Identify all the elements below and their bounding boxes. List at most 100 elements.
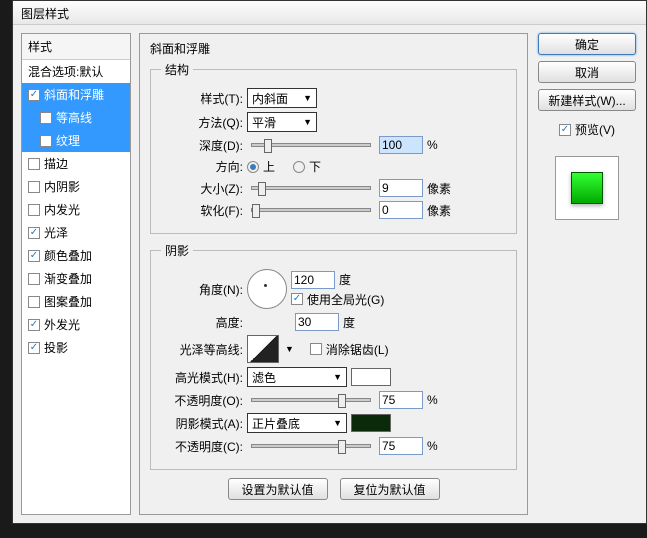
style-checkbox[interactable] xyxy=(28,204,40,216)
angle-dial[interactable] xyxy=(247,269,287,309)
style-label: 样式(T): xyxy=(161,90,243,107)
style-checkbox[interactable] xyxy=(28,319,40,331)
shading-legend: 阴影 xyxy=(161,242,193,259)
slider-thumb[interactable] xyxy=(338,440,346,454)
dialog-title: 图层样式 xyxy=(21,7,69,21)
gloss-contour-picker[interactable] xyxy=(247,335,279,363)
style-item-label: 斜面和浮雕 xyxy=(44,86,104,103)
soften-input[interactable] xyxy=(379,201,423,219)
style-item-9[interactable]: 图案叠加 xyxy=(22,290,130,313)
slider-thumb[interactable] xyxy=(252,204,260,218)
angle-input[interactable] xyxy=(291,271,335,289)
style-item-7[interactable]: 颜色叠加 xyxy=(22,244,130,267)
chevron-down-icon: ▼ xyxy=(333,418,342,428)
style-checkbox[interactable] xyxy=(28,181,40,193)
size-label: 大小(Z): xyxy=(161,180,243,197)
percent-label: % xyxy=(427,138,438,152)
global-light-label: 使用全局光(G) xyxy=(307,291,384,308)
reset-default-button[interactable]: 复位为默认值 xyxy=(340,478,440,500)
chevron-down-icon[interactable]: ▼ xyxy=(285,344,294,354)
options-panel: 斜面和浮雕 结构 样式(T): 内斜面▼ 方法(Q): 平滑▼ 深度(D): % xyxy=(139,33,528,515)
blend-options-label: 混合选项:默认 xyxy=(28,63,103,80)
soften-slider[interactable] xyxy=(251,208,371,212)
style-item-label: 颜色叠加 xyxy=(44,247,92,264)
style-dropdown[interactable]: 内斜面 ▼ xyxy=(247,88,317,108)
style-item-10[interactable]: 外发光 xyxy=(22,313,130,336)
highlight-opacity-input[interactable] xyxy=(379,391,423,409)
style-item-0[interactable]: 斜面和浮雕 xyxy=(22,83,130,106)
styles-list: 混合选项:默认 斜面和浮雕等高线纹理描边内阴影内发光光泽颜色叠加渐变叠加图案叠加… xyxy=(22,60,130,359)
style-item-11[interactable]: 投影 xyxy=(22,336,130,359)
style-item-label: 等高线 xyxy=(56,109,92,126)
style-item-label: 投影 xyxy=(44,339,68,356)
angle-label: 角度(N): xyxy=(161,281,243,298)
direction-up-radio[interactable] xyxy=(247,161,259,173)
antialias-checkbox[interactable] xyxy=(310,343,322,355)
shadow-color-swatch[interactable] xyxy=(351,414,391,432)
altitude-input[interactable] xyxy=(295,313,339,331)
style-item-4[interactable]: 内阴影 xyxy=(22,175,130,198)
style-item-1[interactable]: 等高线 xyxy=(22,106,130,129)
style-value: 内斜面 xyxy=(252,90,288,107)
technique-value: 平滑 xyxy=(252,114,276,131)
angle-dot xyxy=(264,284,267,287)
shadow-opacity-label: 不透明度(C): xyxy=(161,438,243,455)
style-item-label: 内发光 xyxy=(44,201,80,218)
new-style-button[interactable]: 新建样式(W)... xyxy=(538,89,636,111)
style-checkbox[interactable] xyxy=(28,273,40,285)
highlight-mode-label: 高光模式(H): xyxy=(161,369,243,386)
style-item-6[interactable]: 光泽 xyxy=(22,221,130,244)
technique-dropdown[interactable]: 平滑▼ xyxy=(247,112,317,132)
style-checkbox[interactable] xyxy=(28,89,40,101)
titlebar[interactable]: 图层样式 xyxy=(13,1,646,25)
size-input[interactable] xyxy=(379,179,423,197)
style-checkbox[interactable] xyxy=(28,227,40,239)
structure-legend: 结构 xyxy=(161,61,193,78)
style-item-3[interactable]: 描边 xyxy=(22,152,130,175)
shadow-mode-value: 正片叠底 xyxy=(252,415,300,432)
style-checkbox[interactable] xyxy=(28,296,40,308)
highlight-opacity-slider[interactable] xyxy=(251,398,371,402)
style-item-8[interactable]: 渐变叠加 xyxy=(22,267,130,290)
soften-label: 软化(F): xyxy=(161,202,243,219)
depth-slider[interactable] xyxy=(251,143,371,147)
shadow-opacity-input[interactable] xyxy=(379,437,423,455)
preview-swatch xyxy=(571,172,603,204)
style-checkbox[interactable] xyxy=(28,250,40,262)
slider-thumb[interactable] xyxy=(258,182,266,196)
up-label: 上 xyxy=(263,158,275,175)
highlight-mode-dropdown[interactable]: 滤色▼ xyxy=(247,367,347,387)
style-checkbox[interactable] xyxy=(40,112,52,124)
slider-thumb[interactable] xyxy=(264,139,272,153)
cancel-button[interactable]: 取消 xyxy=(538,61,636,83)
style-item-label: 图案叠加 xyxy=(44,293,92,310)
blend-options-item[interactable]: 混合选项:默认 xyxy=(22,60,130,83)
highlight-color-swatch[interactable] xyxy=(351,368,391,386)
slider-thumb[interactable] xyxy=(338,394,346,408)
style-item-5[interactable]: 内发光 xyxy=(22,198,130,221)
style-item-2[interactable]: 纹理 xyxy=(22,129,130,152)
depth-label: 深度(D): xyxy=(161,137,243,154)
shadow-mode-dropdown[interactable]: 正片叠底 ▼ xyxy=(247,413,347,433)
make-default-button[interactable]: 设置为默认值 xyxy=(228,478,328,500)
direction-down-radio[interactable] xyxy=(293,161,305,173)
global-light-checkbox[interactable] xyxy=(291,293,303,305)
preview-checkbox[interactable] xyxy=(559,124,571,136)
style-checkbox[interactable] xyxy=(28,342,40,354)
highlight-mode-value: 滤色 xyxy=(252,369,276,386)
ok-button[interactable]: 确定 xyxy=(538,33,636,55)
style-item-label: 内阴影 xyxy=(44,178,80,195)
size-slider[interactable] xyxy=(251,186,371,190)
style-checkbox[interactable] xyxy=(40,135,52,147)
layer-style-dialog: 图层样式 样式 混合选项:默认 斜面和浮雕等高线纹理描边内阴影内发光光泽颜色叠加… xyxy=(12,0,647,524)
depth-input[interactable] xyxy=(379,136,423,154)
px-label: 像素 xyxy=(427,180,451,197)
chevron-down-icon: ▼ xyxy=(303,93,312,103)
shadow-opacity-slider[interactable] xyxy=(251,444,371,448)
px-label-2: 像素 xyxy=(427,202,451,219)
styles-header: 样式 xyxy=(22,34,130,60)
percent-label-2: % xyxy=(427,393,438,407)
style-checkbox[interactable] xyxy=(28,158,40,170)
structure-group: 结构 样式(T): 内斜面▼ 方法(Q): 平滑▼ 深度(D): % 方向: xyxy=(150,61,517,234)
preview-label: 预览(V) xyxy=(575,121,615,138)
